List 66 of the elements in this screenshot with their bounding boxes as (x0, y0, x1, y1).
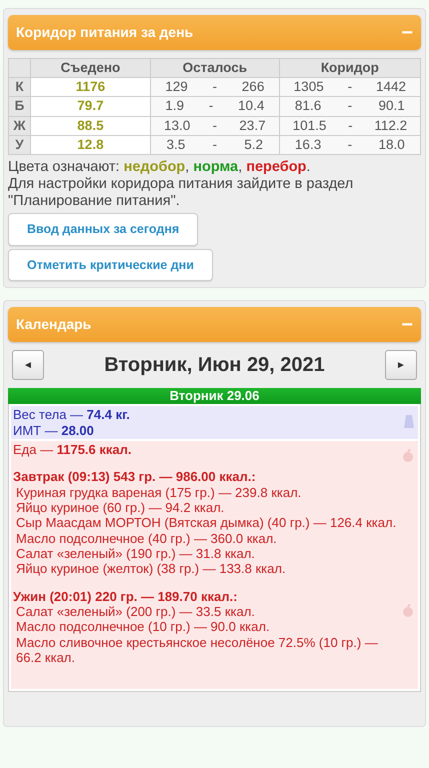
meal-title: Ужин (20:01) 220 гр. — 189.70 ккал.: (13, 588, 238, 604)
entry-line: ИМТ — 28.00 (13, 422, 95, 438)
range-dash: - (348, 136, 352, 154)
action-button[interactable]: Отметить критические дни (8, 248, 213, 282)
table-cell: 12.8 (30, 135, 150, 155)
entry-line: Вес тела — 74.4 кг. (13, 407, 131, 423)
meal-item: Яйцо куриное (желток) (38 гр.) — 133.8 ккал. (15, 561, 287, 577)
range-value: 1305 (294, 78, 324, 96)
meal-item: Куриная грудка вареная (175 гр.) — 239.8 ккал. (15, 484, 302, 500)
range-value: 23.7 (239, 116, 266, 135)
apple-icon (402, 604, 414, 618)
range-value: 81.6 (294, 97, 322, 116)
row-label: Ж (8, 116, 30, 136)
panel-header[interactable]: Коридор питания за день − (8, 15, 421, 50)
range-dash: - (212, 136, 218, 154)
range-dash: - (348, 78, 352, 96)
day-header: Вторник 29.06 (8, 388, 421, 404)
row-label: Б (8, 96, 30, 116)
panel-title: Коридор питания за день (16, 23, 194, 42)
panel-title: Календарь (16, 315, 92, 334)
column-header: Съедено (30, 58, 150, 78)
range-value: 101.5 (292, 116, 326, 135)
settings-note: Для настройки коридора питания зайдите в раздел "Планирование питания". (8, 176, 354, 210)
panel-header[interactable]: Календарь − (8, 307, 421, 342)
range-value: 1442 (376, 78, 406, 96)
range-value: 13.0 (164, 116, 190, 135)
range-dash: - (208, 97, 214, 116)
meal-item: Сыр Маасдам МОРТОН (Вятская дымка) (40 гр.) — 126.4 ккал. (15, 515, 398, 531)
entry-line: Еда — 1175.6 ккал. (13, 442, 132, 458)
row-label: У (8, 135, 30, 155)
range-value: 90.1 (378, 97, 405, 116)
action-button[interactable]: Ввод данных за сегодня (8, 212, 198, 246)
collapse-icon[interactable]: − (401, 314, 413, 335)
range-value: 1.9 (165, 97, 184, 116)
range-value: 18.0 (378, 136, 405, 154)
meal-item: Салат «зеленый» (190 гр.) — 31.8 ккал. (15, 546, 256, 562)
table-cell: 1176 (30, 78, 150, 97)
date-title: Вторник, Июн 29, 2021 (104, 353, 325, 378)
column-header: Осталось (150, 58, 280, 78)
collapse-icon[interactable]: − (401, 22, 413, 42)
meal-item: Масло подсолнечное (40 гр.) — 360.0 ккал. (15, 530, 278, 546)
apple-icon (402, 449, 414, 462)
range-value: 16.3 (294, 136, 322, 154)
column-header: Коридор (279, 58, 420, 78)
meal-item: Яйцо куриное (60 гр.) — 94.2 ккал. (15, 500, 226, 516)
meal-item: Салат «зеленый» (200 гр.) — 33.5 ккал. (15, 604, 256, 620)
range-value: 129 (165, 78, 188, 96)
table-cell: 88.5 (30, 116, 150, 136)
meal-item: Масло сливочное крестьянское несолёное 72.5% (10 гр.) — 66.2 ккал. (15, 634, 379, 666)
range-value: 266 (242, 78, 264, 96)
range-value: 5.2 (244, 136, 264, 154)
table-header-cell (8, 58, 30, 78)
meal-item: Масло подсолнечное (10 гр.) — 90.0 ккал. (15, 619, 271, 635)
range-value: 10.4 (238, 97, 264, 116)
range-dash: - (348, 97, 352, 116)
range-dash: - (348, 116, 353, 135)
next-button[interactable]: ► (385, 350, 417, 380)
table-cell: 79.7 (30, 96, 150, 116)
prev-button[interactable]: ◄ (12, 350, 44, 380)
range-dash: - (212, 78, 218, 96)
legend-text: Цвета означают: недобор, норма, перебор. (8, 159, 312, 176)
range-dash: - (212, 116, 218, 135)
row-label: К (8, 78, 30, 97)
range-value: 112.2 (374, 116, 408, 135)
meal-title: Завтрак (09:13) 543 гр. — 986.00 ккал.: (13, 469, 257, 485)
range-value: 3.5 (166, 136, 186, 154)
